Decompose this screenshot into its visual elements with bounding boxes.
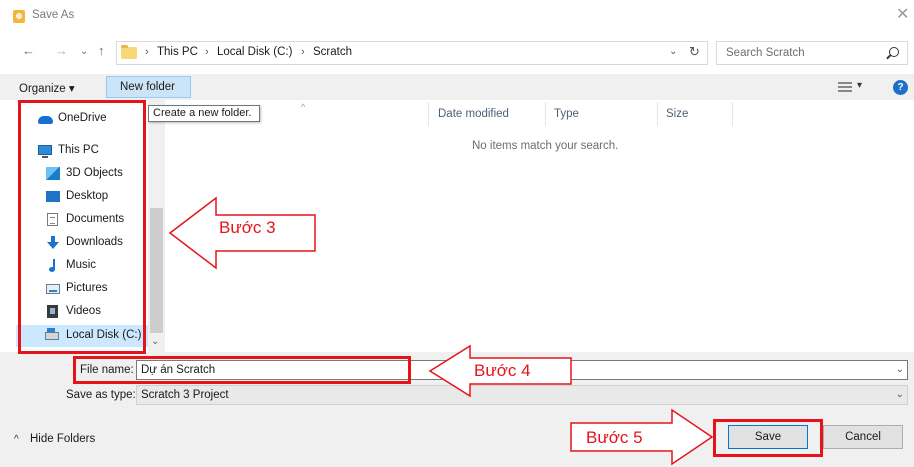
view-dropdown-icon[interactable]: ▾ (857, 80, 862, 91)
step4-label: Bước 4 (474, 361, 531, 380)
step3-label: Bước 3 (219, 218, 276, 237)
3d-objects-icon (46, 167, 60, 180)
sidebar-item-label: Pictures (66, 282, 108, 294)
organize-menu-button[interactable]: Organize ▾ (19, 81, 75, 95)
breadcrumb-local-disk[interactable]: Local Disk (C:) (217, 46, 292, 58)
search-input[interactable]: Search Scratch (726, 47, 805, 59)
sidebar-item-videos[interactable]: Videos (16, 301, 148, 323)
sidebar-item-label: Videos (66, 305, 101, 317)
new-folder-button[interactable]: New folder (106, 76, 191, 98)
back-arrow-icon[interactable]: ← (22, 43, 35, 59)
sidebar-item-label: Desktop (66, 190, 109, 202)
computer-icon (38, 145, 52, 158)
sidebar-item-music[interactable]: Music (16, 255, 148, 277)
scratch-app-icon (13, 10, 25, 23)
column-header-size[interactable]: Size (666, 108, 688, 120)
scrollbar-thumb[interactable] (150, 208, 163, 333)
sidebar-item-label: 3D Objects (66, 167, 123, 179)
column-divider[interactable] (732, 102, 733, 126)
sidebar-item-label: Local Disk (C:) (66, 329, 142, 341)
local-disk-icon (45, 328, 59, 340)
file-name-label: File name: (80, 364, 134, 376)
breadcrumb-separator: › (301, 46, 305, 58)
sort-arrow-icon: ^ (301, 102, 306, 112)
address-dropdown-icon[interactable]: ⌄ (669, 46, 677, 57)
sidebar-item-downloads[interactable]: Downloads (16, 232, 148, 254)
save-as-type-value: Scratch 3 Project (141, 389, 229, 401)
command-bar: Organize ▾ New folder ▾ ? (0, 74, 914, 100)
column-header-date-modified[interactable]: Date modified (438, 108, 509, 120)
sidebar-item-this-pc[interactable]: This PC (16, 140, 148, 162)
cancel-button[interactable]: Cancel (823, 425, 903, 449)
breadcrumb-this-pc[interactable]: This PC (157, 46, 198, 58)
chevron-up-icon[interactable]: ^ (14, 434, 19, 445)
empty-folder-message: No items match your search. (472, 140, 619, 152)
videos-icon (47, 305, 58, 318)
title-bar: Save As ✕ (0, 0, 914, 30)
music-icon (48, 259, 58, 272)
onedrive-icon (38, 116, 53, 124)
new-folder-tooltip: Create a new folder. (148, 105, 260, 122)
forward-arrow-icon[interactable]: → (55, 43, 68, 59)
help-icon[interactable]: ? (893, 80, 908, 95)
save-as-dialog: Save As ✕ ← → ⌄ ↑ › This PC › Local Disk… (0, 0, 914, 467)
up-arrow-icon[interactable]: ↑ (98, 43, 105, 59)
sidebar-item-3d-objects[interactable]: 3D Objects (16, 163, 148, 185)
search-icon (889, 47, 899, 57)
desktop-icon (46, 191, 60, 202)
file-name-dropdown-icon[interactable]: ⌄ (896, 364, 904, 375)
column-divider[interactable] (545, 102, 546, 126)
navigation-row: ← → ⌄ ↑ › This PC › Local Disk (C:) › Sc… (0, 38, 914, 68)
breadcrumb-separator: › (145, 46, 149, 58)
pictures-icon (46, 284, 60, 294)
documents-icon (47, 213, 58, 226)
save-button[interactable]: Save (728, 425, 808, 449)
sidebar-item-label: OneDrive (58, 112, 107, 124)
address-bar[interactable]: › This PC › Local Disk (C:) › Scratch ⌄ … (116, 41, 708, 65)
sidebar-item-documents[interactable]: Documents (16, 209, 148, 231)
new-folder-label: New folder (120, 81, 175, 93)
recent-locations-chevron-icon[interactable]: ⌄ (80, 44, 88, 60)
downloads-icon (47, 236, 59, 249)
sidebar-item-pictures[interactable]: Pictures (16, 278, 148, 300)
column-divider[interactable] (657, 102, 658, 126)
file-name-value: Dự án Scratch (141, 364, 216, 376)
close-icon[interactable]: ✕ (896, 7, 909, 23)
sidebar-item-onedrive[interactable]: OneDrive (16, 108, 148, 130)
folder-icon (121, 45, 137, 59)
refresh-icon[interactable]: ↻ (689, 44, 700, 60)
sidebar-item-desktop[interactable]: Desktop (16, 186, 148, 208)
scroll-down-chevron-icon[interactable]: ⌄ (151, 336, 159, 347)
save-as-type-dropdown-icon[interactable]: ⌄ (896, 389, 904, 400)
column-header-type[interactable]: Type (554, 108, 579, 120)
hide-folders-button[interactable]: Hide Folders (30, 433, 95, 445)
column-divider[interactable] (428, 102, 429, 126)
sidebar-item-label: Documents (66, 213, 125, 225)
navigation-scrollbar[interactable]: ⌄ (148, 100, 165, 352)
sidebar-item-label: Music (66, 259, 97, 271)
breadcrumb-scratch[interactable]: Scratch (313, 46, 352, 58)
sidebar-item-label: Downloads (66, 236, 123, 248)
sidebar-item-local-disk[interactable]: Local Disk (C:) (16, 325, 148, 347)
step5-label: Bước 5 (586, 428, 643, 447)
search-box[interactable]: Search Scratch (716, 41, 908, 65)
breadcrumb-separator: › (205, 46, 209, 58)
window-title: Save As (32, 9, 75, 21)
navigation-pane: OneDrive This PC 3D Objects Desktop Docu… (16, 100, 148, 352)
save-as-type-label: Save as type: (66, 389, 136, 401)
sidebar-item-label: This PC (58, 144, 99, 156)
view-options-icon[interactable] (838, 82, 852, 92)
